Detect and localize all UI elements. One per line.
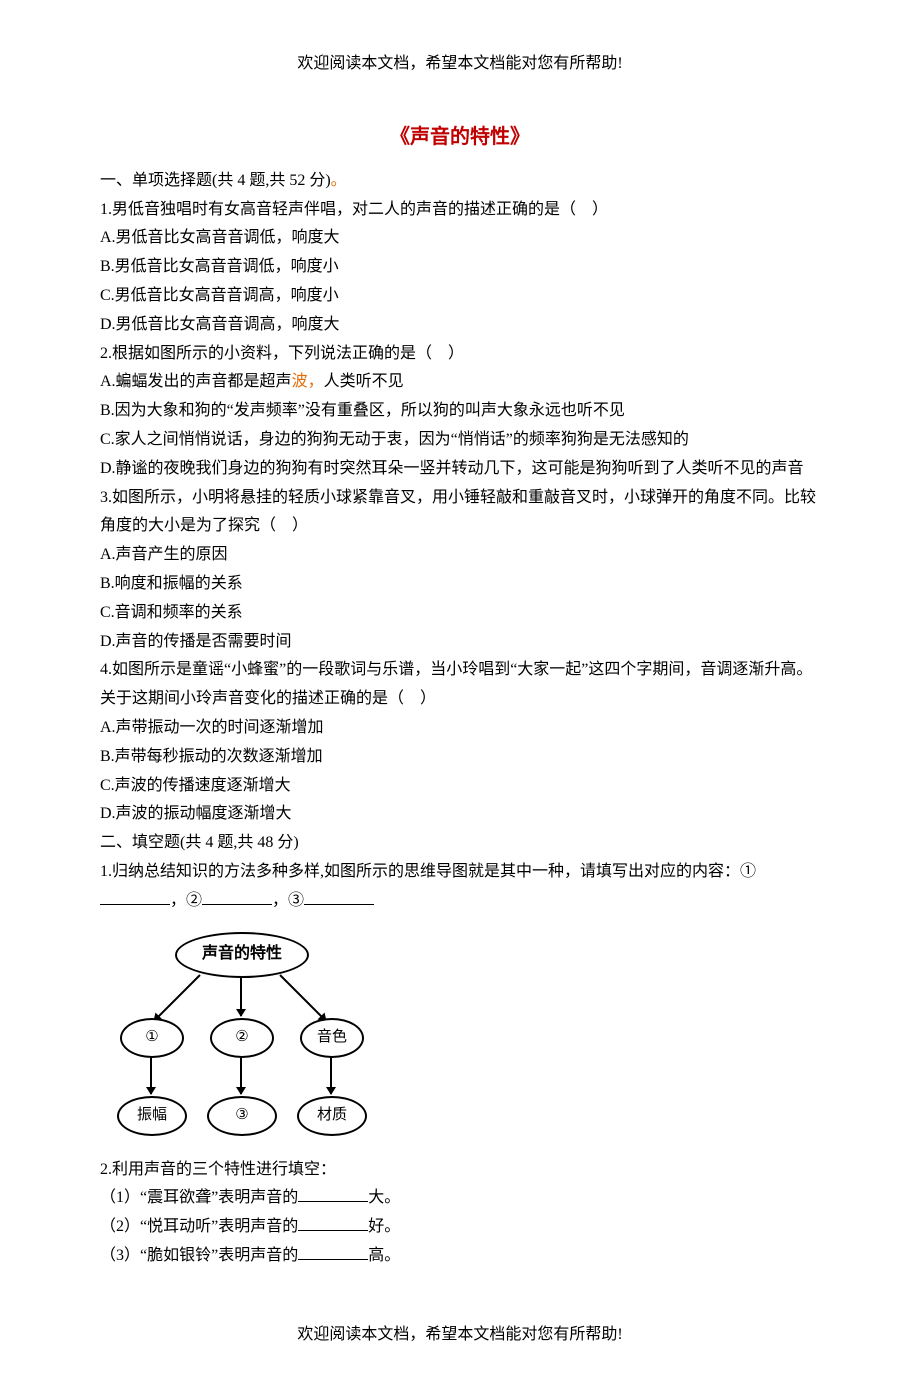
q3-option-a: A.声音产生的原因 (100, 541, 820, 570)
s2-q2-1b: 大。 (368, 1189, 400, 1206)
s2-q2-2a: （2）“悦耳动听”表明声音的 (100, 1218, 298, 1235)
s2-q1-prefix: 1.归纳总结知识的方法多种多样,如图所示的思维导图就是其中一种，请填写出对应的内… (100, 863, 756, 880)
q2-option-d: D.静谧的夜晚我们身边的狗狗有时突然耳朵一竖并转动几下，这可能是狗狗听到了人类听… (100, 455, 820, 484)
q4-option-b: B.声带每秒振动的次数逐渐增加 (100, 743, 820, 772)
blank-4 (298, 1185, 368, 1202)
arrow-line (150, 1056, 152, 1094)
s2-q2-1: （1）“震耳欲聋”表明声音的 大。 (100, 1184, 820, 1213)
document-title: 《声音的特性》 (100, 119, 820, 155)
s2-q2-3: （3）“脆如银铃”表明声音的 高。 (100, 1242, 820, 1271)
section-2-heading: 二、填空题(共 4 题,共 48 分) (100, 829, 820, 858)
q3-b-prefix: B.响度和振幅 (100, 575, 195, 592)
q4-option-d: D.声波的振动幅度逐渐增大 (100, 800, 820, 829)
s2-q2-3b: 高。 (368, 1247, 400, 1264)
diagram-bot-2: ③ (207, 1096, 277, 1136)
q2-a-prefix: A.蝙蝠发出的声音都是超声 (100, 373, 292, 390)
diagram-mid-1: ① (120, 1018, 184, 1058)
q3-option-d: D.声音的传播是否需要时间 (100, 628, 820, 657)
q4-stem: 4.如图所示是童谣“小蜂蜜”的一段歌词与乐谱，当小玲唱到“大家一起”这四个字期间… (100, 656, 820, 714)
section-1-heading: 一、单项选择题(共 4 题,共 52 分)。 (100, 167, 820, 196)
q3-option-b: B.响度和振幅的关系 (100, 570, 820, 599)
q3-option-c: C.音调和频率的关系 (100, 599, 820, 628)
q4-option-c: C.声波的传播速度逐渐增大 (100, 772, 820, 801)
diagram-mid-3: 音色 (300, 1018, 364, 1058)
s2-q2-head: 2.利用声音的三个特性进行填空： (100, 1156, 820, 1185)
arrow-line (240, 976, 242, 1016)
q2-option-b: B.因为大象和狗的“发声频率”没有重叠区，所以狗的叫声大象永远也听不见 (100, 397, 820, 426)
q3-stem: 3.如图所示，小明将悬挂的轻质小球紧靠音叉，用小锤轻敲和重敲音叉时，小球弹开的角… (100, 484, 820, 542)
s2-q1: 1.归纳总结知识的方法多种多样,如图所示的思维导图就是其中一种，请填写出对应的内… (100, 858, 820, 916)
q1-stem: 1.男低音独唱时有女高音轻声伴唱，对二人的声音的描述正确的是（ ） (100, 196, 820, 225)
q2-option-c: C.家人之间悄悄说话，身边的狗狗无动于衷，因为“悄悄话”的频率狗狗是无法感知的 (100, 426, 820, 455)
q2-a-suffix: 人类听不见 (324, 373, 404, 390)
orange-dot: 波， (292, 373, 324, 390)
blank-5 (298, 1214, 368, 1231)
arrow-line (279, 974, 326, 1021)
s2-q2-1a: （1）“震耳欲聋”表明声音的 (100, 1189, 298, 1206)
s2-q2-2b: 好。 (368, 1218, 400, 1235)
blank-1 (100, 888, 170, 905)
mind-map-diagram: 声音的特性 ① ② 音色 振幅 ③ 材质 (100, 926, 380, 1146)
q1-option-d: D.男低音比女高音音调高，响度大 (100, 311, 820, 340)
orange-dot: 。 (331, 172, 347, 189)
s2-q1-sep1: ，② (170, 892, 202, 909)
arrow-line (240, 1056, 242, 1094)
arrow-line (330, 1056, 332, 1094)
q2-option-a: A.蝙蝠发出的声音都是超声波，人类听不见 (100, 368, 820, 397)
s2-q2-2: （2）“悦耳动听”表明声音的 好。 (100, 1213, 820, 1242)
q4-option-a: A.声带振动一次的时间逐渐增加 (100, 714, 820, 743)
blank-6 (298, 1243, 368, 1260)
q1-option-c: C.男低音比女高音音调高，响度小 (100, 282, 820, 311)
page-footer: 欢迎阅读本文档，希望本文档能对您有所帮助! (100, 1321, 820, 1350)
page-header: 欢迎阅读本文档，希望本文档能对您有所帮助! (100, 50, 820, 79)
diagram-bot-1: 振幅 (117, 1096, 187, 1136)
q3-b-suffix: 的关系 (195, 575, 243, 592)
blank-3 (304, 888, 374, 905)
s2-q1-sep2: ，③ (272, 892, 304, 909)
diagram-top-node: 声音的特性 (175, 932, 309, 978)
diagram-mid-2: ② (210, 1018, 274, 1058)
blank-2 (202, 888, 272, 905)
s2-q2-3a: （3）“脆如银铃”表明声音的 (100, 1247, 298, 1264)
q1-option-b: B.男低音比女高音音调低，响度小 (100, 253, 820, 282)
section-1-heading-text: 一、单项选择题(共 4 题,共 52 分) (100, 172, 331, 189)
q1-option-a: A.男低音比女高音音调低，响度大 (100, 224, 820, 253)
diagram-bot-3: 材质 (297, 1096, 367, 1136)
arrow-line (153, 974, 200, 1021)
q2-stem: 2.根据如图所示的小资料，下列说法正确的是（ ） (100, 340, 820, 369)
